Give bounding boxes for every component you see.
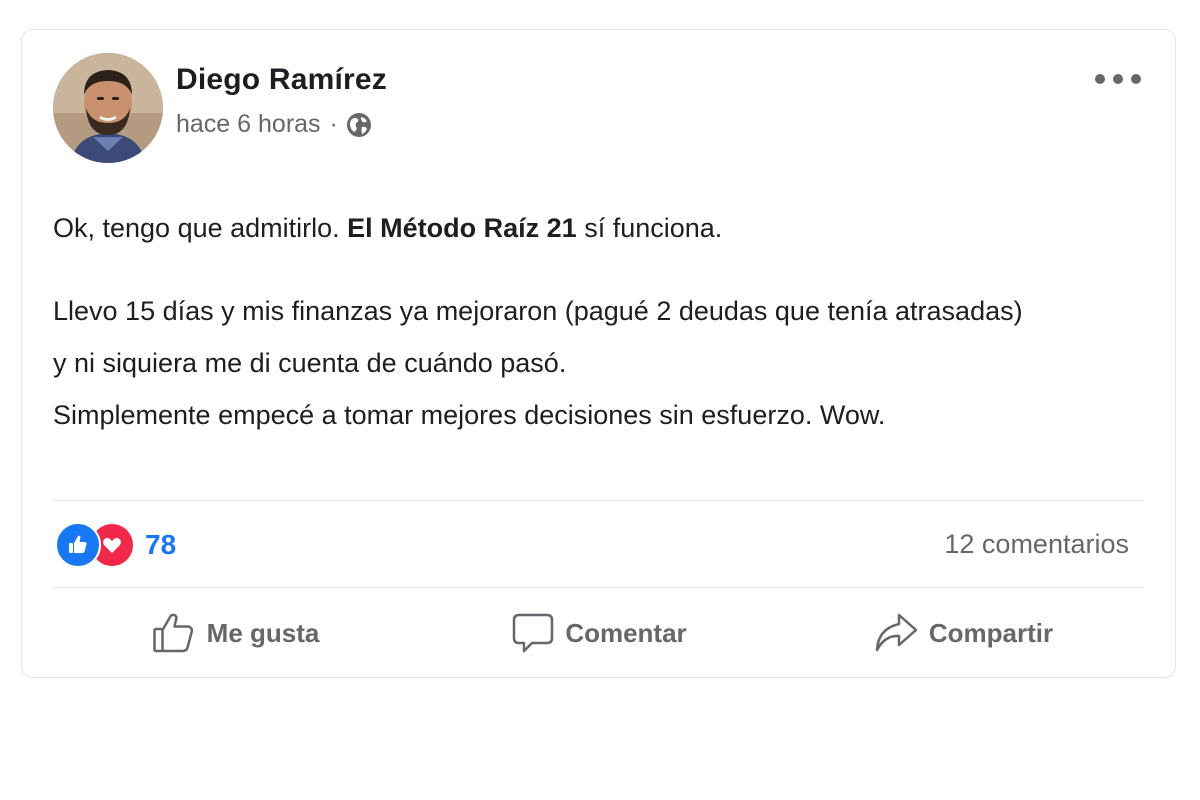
- meta-separator: ·: [329, 110, 338, 138]
- post-text-bold: El Método Raíz 21: [347, 213, 577, 243]
- post-meta: hace 6 horas ·: [176, 110, 372, 139]
- share-button[interactable]: Compartir: [781, 602, 1145, 664]
- like-button[interactable]: Me gusta: [53, 602, 417, 664]
- more-options-icon[interactable]: [1095, 66, 1141, 92]
- stats-divider-bottom: [53, 587, 1145, 588]
- post-line-4: Simplemente empecé a tomar mejores decis…: [53, 400, 886, 430]
- more-dot: [1113, 74, 1123, 84]
- post-actions: Me gusta Comentar Compartir: [53, 602, 1145, 664]
- comment-label: Comentar: [565, 617, 687, 648]
- more-dot: [1131, 74, 1141, 84]
- post-card: Diego Ramírez hace 6 horas · Ok, tengo q…: [21, 29, 1176, 678]
- post-timestamp[interactable]: hace 6 horas: [176, 110, 321, 139]
- comment-button[interactable]: Comentar: [417, 602, 781, 664]
- share-icon: [875, 613, 918, 652]
- globe-icon[interactable]: [346, 112, 372, 138]
- share-label: Compartir: [928, 617, 1054, 648]
- author-name[interactable]: Diego Ramírez: [176, 63, 387, 97]
- post-text-start: Ok, tengo que admitirlo.: [53, 213, 348, 243]
- avatar[interactable]: [53, 53, 163, 163]
- thumbs-up-icon: [152, 613, 193, 653]
- reaction-count[interactable]: 78: [145, 529, 176, 561]
- like-icon: [55, 522, 101, 568]
- more-dot: [1095, 74, 1105, 84]
- like-label: Me gusta: [206, 617, 320, 648]
- reactions-summary[interactable]: 78: [55, 522, 176, 568]
- post-line-2: Llevo 15 días y mis finanzas ya mejoraro…: [53, 296, 1023, 326]
- post-text-end: sí funciona.: [576, 213, 723, 243]
- post-body: Ok, tengo que admitirlo. El Método Raíz …: [53, 202, 1143, 441]
- comment-icon: [513, 613, 554, 653]
- stats-divider-top: [53, 500, 1145, 501]
- comments-count[interactable]: 12 comentarios: [944, 529, 1129, 560]
- post-line-1: Ok, tengo que admitirlo. El Método Raíz …: [53, 202, 1143, 254]
- post-line-3: y ni siquiera me di cuenta de cuándo pas…: [53, 348, 567, 378]
